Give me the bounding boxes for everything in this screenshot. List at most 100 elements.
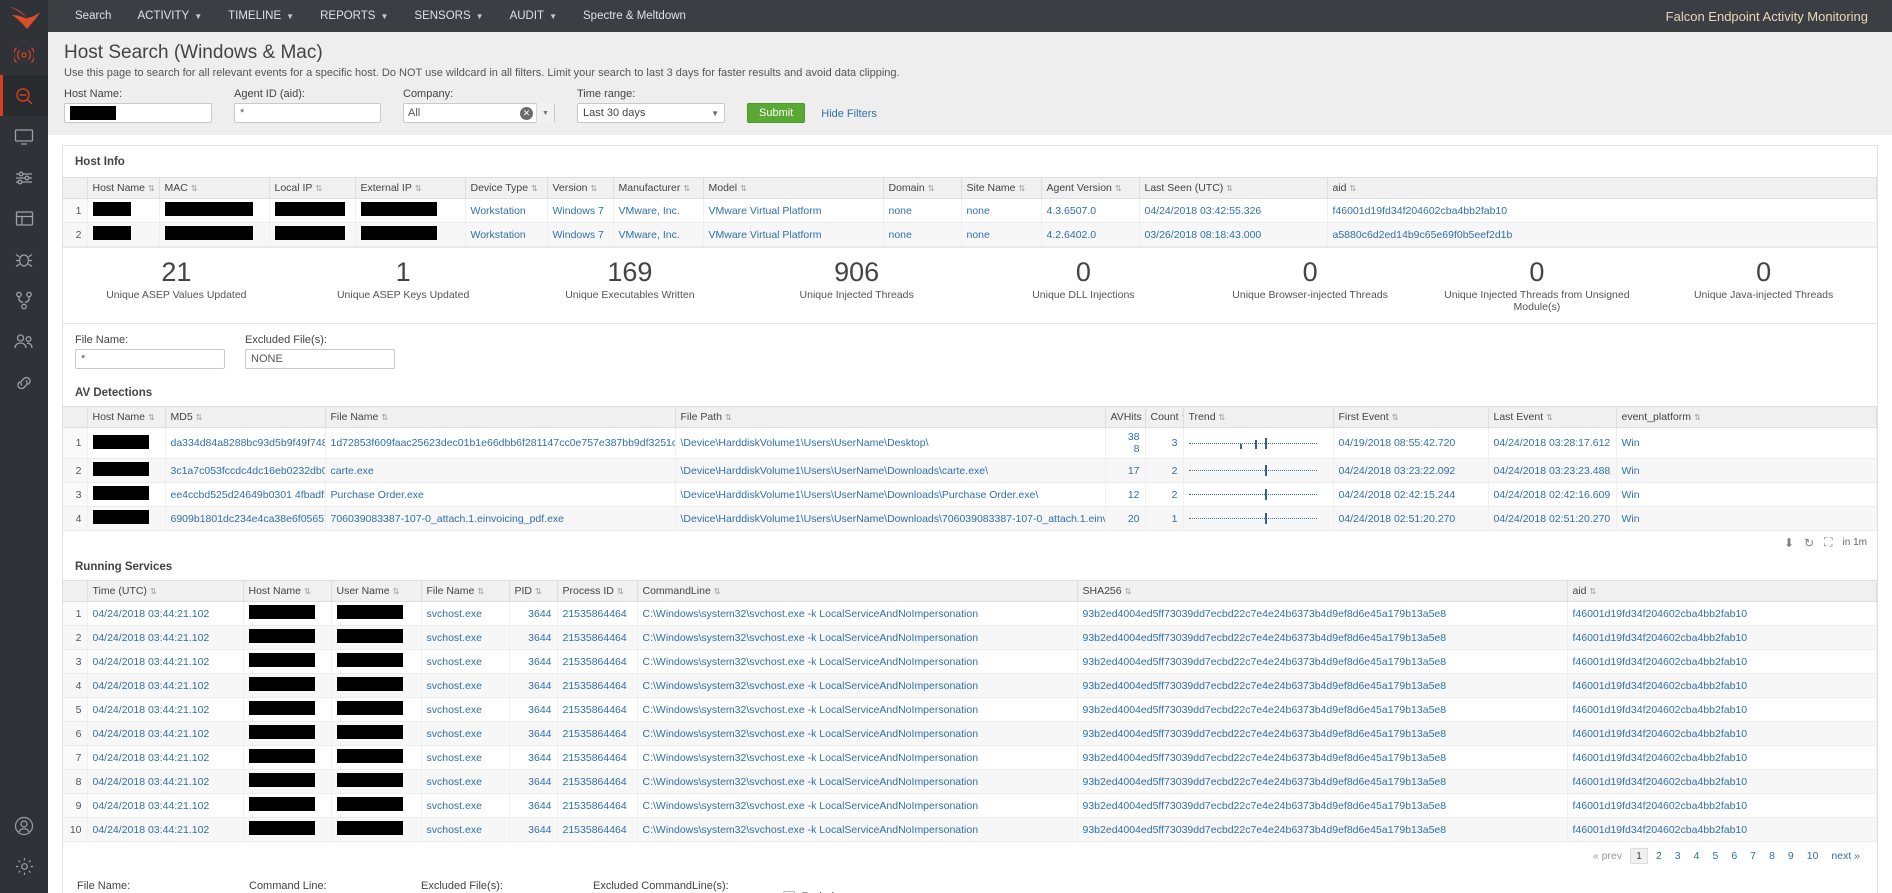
table-row[interactable]: 8 04/24/2018 03:44:21.102 svchost.exe 3644 2…	[63, 769, 1877, 794]
nav-item-activity[interactable]: ACTIVITY ▼	[124, 0, 215, 32]
col-local-ip[interactable]: Local IP ⇅	[269, 177, 356, 199]
pagination-page-2[interactable]: 2	[1651, 849, 1667, 863]
col-svc-commandline[interactable]: CommandLine ⇅	[637, 580, 1078, 602]
col-av-file-name[interactable]: File Name ⇅	[325, 406, 676, 428]
link-icon[interactable]	[0, 362, 48, 403]
col-model[interactable]: Model ⇅	[703, 177, 884, 199]
table-row[interactable]: 3 ee4ccbd525d24649b0301 4fbadf3f18cPurcha…	[63, 482, 1877, 507]
col-av-md5[interactable]: MD5 ⇅	[165, 406, 326, 428]
nav-item-audit[interactable]: AUDIT ▼	[497, 0, 570, 32]
exclude-common-processes-group[interactable]: Exclude common processes	[783, 880, 939, 893]
table-row[interactable]: 4 6909b1801dc234e4ca38e6f0565734ff7060390…	[63, 506, 1877, 531]
fork-icon[interactable]	[0, 280, 48, 321]
table-row[interactable]: 3 04/24/2018 03:44:21.102 svchost.exe 3644 2…	[63, 649, 1877, 674]
col-agent-version[interactable]: Agent Version ⇅	[1041, 177, 1140, 199]
chevron-down-icon[interactable]: ▼	[536, 103, 554, 123]
col-site-name[interactable]: Site Name ⇅	[961, 177, 1042, 199]
time-range-select[interactable]: Last 30 days ▼	[577, 103, 725, 123]
account-icon[interactable]	[0, 805, 48, 846]
col-svc-pid[interactable]: PID ⇅	[509, 580, 558, 602]
col-last-seen[interactable]: Last Seen (UTC) ⇅	[1139, 177, 1328, 199]
col-av-last-event[interactable]: Last Event ⇅	[1488, 406, 1617, 428]
pagination-prev[interactable]: « prev	[1588, 849, 1627, 863]
cell-last-seen: 04/24/2018 03:42:55.326	[1139, 198, 1328, 223]
col-av-trend[interactable]: Trend ⇅	[1183, 406, 1334, 428]
hide-filters-link[interactable]: Hide Filters	[821, 108, 877, 123]
table-row[interactable]: 2 3c1a7c053fccdc4dc16eb0232db0bf72carte.e…	[63, 458, 1877, 483]
col-av-event-platform[interactable]: event_platform ⇅	[1616, 406, 1877, 428]
col-manufacturer[interactable]: Manufacturer ⇅	[613, 177, 704, 199]
table-row[interactable]: 4 04/24/2018 03:44:21.102 svchost.exe 3644 2…	[63, 673, 1877, 698]
table-row[interactable]: 6 04/24/2018 03:44:21.102 svchost.exe 3644 2…	[63, 721, 1877, 746]
col-svc-user-name[interactable]: User Name ⇅	[331, 580, 422, 602]
col-external-ip[interactable]: External IP ⇅	[355, 177, 466, 199]
col-svc-sha256[interactable]: SHA256 ⇅	[1077, 580, 1568, 602]
col-host-name[interactable]: Host Name ⇅	[87, 177, 160, 199]
table-row[interactable]: 2 Workstation Windows 7 VMware, Inc. VMware …	[63, 222, 1877, 247]
table-row[interactable]: 10 04/24/2018 03:44:21.102 svchost.exe 3644…	[63, 817, 1877, 842]
col-svc-host-name[interactable]: Host Name ⇅	[243, 580, 332, 602]
col-mac[interactable]: MAC ⇅	[159, 177, 270, 199]
sliders-icon[interactable]	[0, 157, 48, 198]
table-row[interactable]: 2 04/24/2018 03:44:21.102 svchost.exe 3644 2…	[63, 625, 1877, 650]
table-row[interactable]: 9 04/24/2018 03:44:21.102 svchost.exe 3644 2…	[63, 793, 1877, 818]
clear-icon[interactable]: ✕	[520, 106, 533, 120]
pagination-page-9[interactable]: 9	[1783, 849, 1799, 863]
cell-av-count: 2	[1145, 458, 1184, 483]
table-row[interactable]: 1 04/24/2018 03:44:21.102 svchost.exe 3644 2…	[63, 601, 1877, 626]
pagination-page-8[interactable]: 8	[1764, 849, 1780, 863]
company-combobox[interactable]: All ✕ ▼	[403, 103, 555, 123]
agent-id-input[interactable]: *	[234, 103, 381, 123]
settings-icon[interactable]	[0, 846, 48, 887]
cell-av-trend	[1183, 458, 1334, 483]
col-av-file-path[interactable]: File Path ⇅	[675, 406, 1106, 428]
nav-item-sensors[interactable]: SENSORS ▼	[401, 0, 496, 32]
col-version[interactable]: Version ⇅	[547, 177, 614, 199]
fullscreen-icon[interactable]: ⛶	[1824, 535, 1832, 550]
col-av-avhits[interactable]: AVHits⇅	[1105, 406, 1146, 428]
excluded-files-input[interactable]: NONE	[245, 349, 395, 369]
col-svc-process-id[interactable]: Process ID ⇅	[557, 580, 638, 602]
pagination-page-3[interactable]: 3	[1670, 849, 1686, 863]
col-svc-aid[interactable]: aid ⇅	[1567, 580, 1877, 602]
col-device-type[interactable]: Device Type ⇅	[465, 177, 548, 199]
col-domain[interactable]: Domain ⇅	[883, 177, 962, 199]
pagination-page-5[interactable]: 5	[1707, 849, 1723, 863]
table-row[interactable]: 7 04/24/2018 03:44:21.102 svchost.exe 3644 2…	[63, 745, 1877, 770]
pagination-page-1[interactable]: 1	[1630, 848, 1648, 864]
table-row[interactable]: 1 da334d84a8288bc93d5b9f49f74823771d72853…	[63, 427, 1877, 459]
cell-svc-file-name: svchost.exe	[421, 697, 510, 722]
col-av-first-event[interactable]: First Event ⇅	[1333, 406, 1489, 428]
chevron-down-icon: ▼	[194, 11, 203, 21]
monitor-icon[interactable]	[0, 116, 48, 157]
nav-item-reports[interactable]: REPORTS ▼	[307, 0, 401, 32]
file-name-input[interactable]: *	[75, 349, 225, 369]
bug-icon[interactable]	[0, 239, 48, 280]
cell-svc-pid: 3644	[509, 817, 558, 842]
host-name-input[interactable]	[64, 103, 212, 123]
submit-button[interactable]: Submit	[747, 103, 806, 123]
pagination-page-10[interactable]: 10	[1802, 849, 1824, 863]
grid-icon[interactable]	[0, 198, 48, 239]
table-row[interactable]: 5 04/24/2018 03:44:21.102 svchost.exe 3644 2…	[63, 697, 1877, 722]
table-row[interactable]: 1 Workstation Windows 7 VMware, Inc. VMware …	[63, 198, 1877, 223]
pagination-page-7[interactable]: 7	[1745, 849, 1761, 863]
col-av-host-name[interactable]: Host Name ⇅	[87, 406, 166, 428]
search-host-icon[interactable]	[0, 75, 48, 116]
pagination-page-4[interactable]: 4	[1689, 849, 1705, 863]
pagination-next[interactable]: next »	[1826, 849, 1865, 863]
refresh-icon[interactable]: ↻	[1804, 536, 1814, 550]
nav-item-timeline[interactable]: TIMELINE ▼	[215, 0, 307, 32]
falcon-logo-icon[interactable]	[0, 2, 48, 34]
nav-item-spectre-meltdown[interactable]: Spectre & Meltdown	[570, 0, 699, 32]
download-icon[interactable]: ⬇	[1784, 536, 1794, 550]
col-svc-time[interactable]: Time (UTC) ⇅	[87, 580, 244, 602]
col-svc-file-name[interactable]: File Name ⇅	[421, 580, 510, 602]
broadcast-icon[interactable]	[0, 34, 48, 75]
users-icon[interactable]	[0, 321, 48, 362]
nav-item-search[interactable]: Search	[62, 0, 124, 32]
col-aid[interactable]: aid ⇅	[1327, 177, 1877, 199]
metric-label: Unique Injected Threads from Unsigned Mo…	[1444, 289, 1630, 313]
col-av-count[interactable]: Count⇅	[1145, 406, 1184, 428]
pagination-page-6[interactable]: 6	[1726, 849, 1742, 863]
